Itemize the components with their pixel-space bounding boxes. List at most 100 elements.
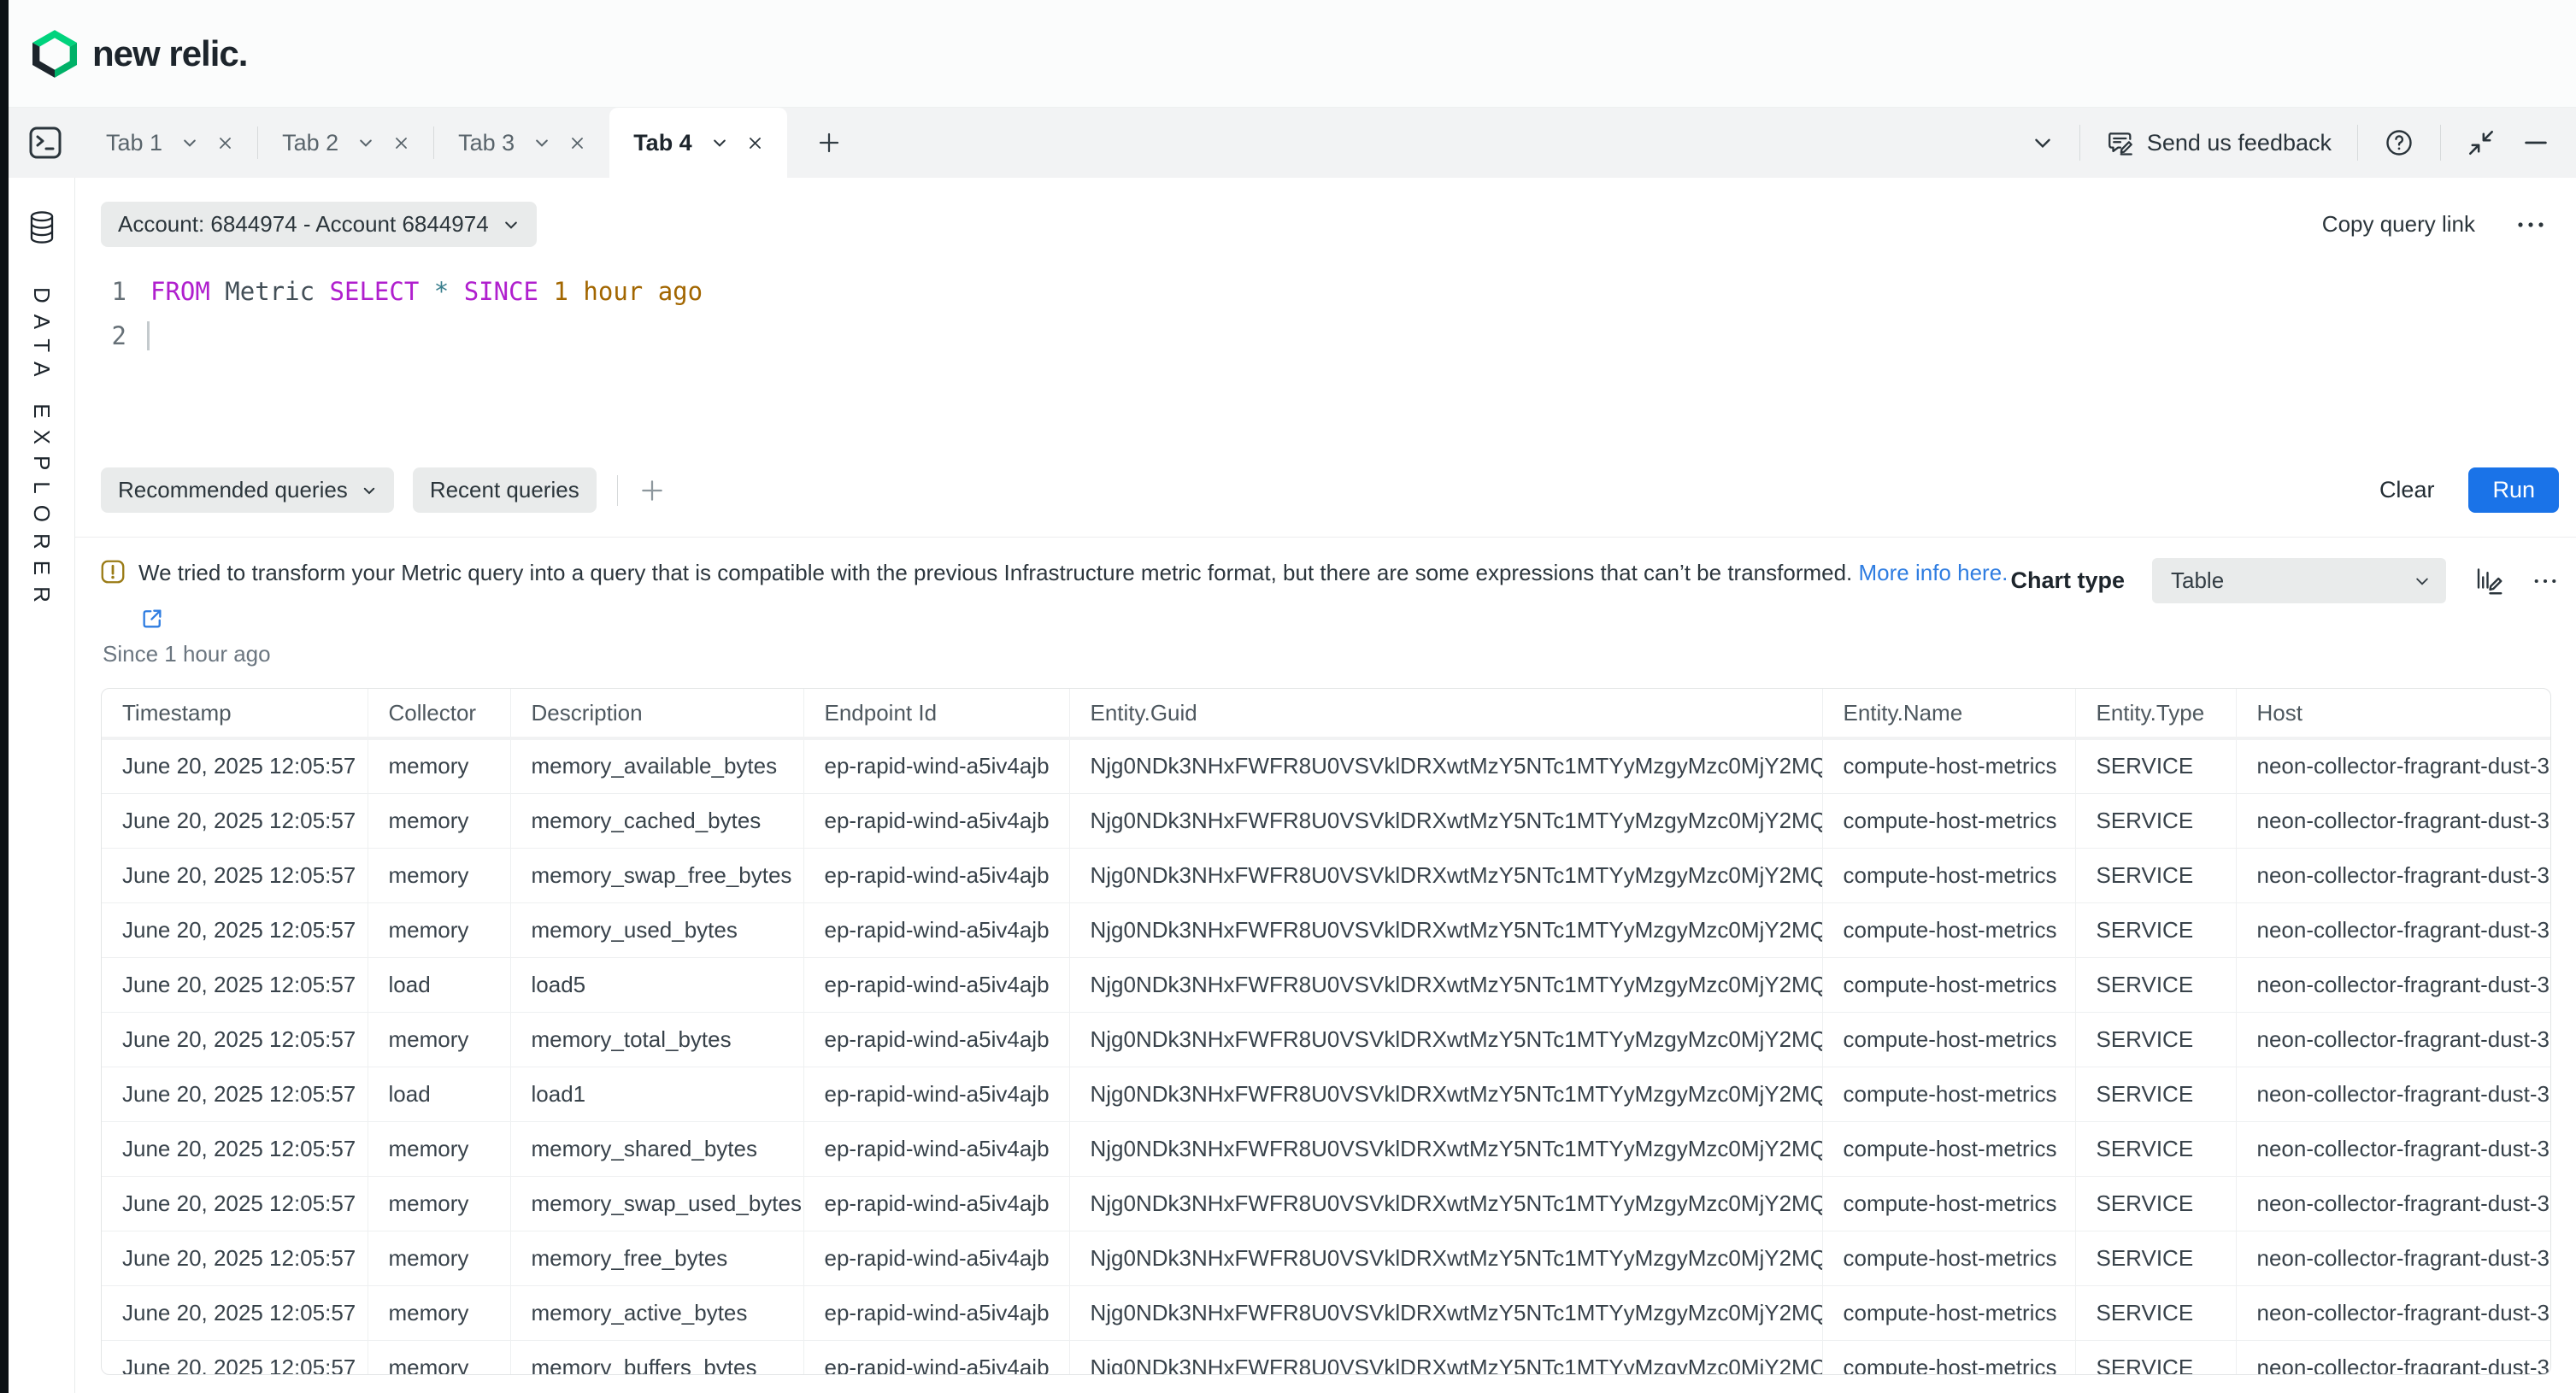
table-cell: June 20, 2025 12:05:57 bbox=[102, 1176, 368, 1231]
close-icon[interactable] bbox=[217, 135, 233, 151]
divider bbox=[2357, 125, 2358, 161]
table-cell: ep-rapid-wind-a5iv4ajb bbox=[803, 793, 1069, 848]
tab-label: Tab 3 bbox=[458, 130, 515, 156]
table-cell: SERVICE bbox=[2075, 902, 2236, 957]
table-cell: ep-rapid-wind-a5iv4ajb bbox=[803, 1340, 1069, 1375]
feedback-icon bbox=[2106, 128, 2135, 157]
tab-label: Tab 2 bbox=[282, 130, 338, 156]
chevron-down-icon[interactable] bbox=[357, 134, 374, 151]
chart-type-select[interactable]: Table bbox=[2152, 558, 2446, 603]
more-options-icon[interactable] bbox=[2516, 219, 2545, 231]
table-cell: memory_buffers_bytes bbox=[510, 1340, 803, 1375]
table-row: June 20, 2025 12:05:57 memory memory_ava… bbox=[102, 738, 2550, 793]
console-button[interactable] bbox=[9, 108, 82, 178]
chevron-down-icon[interactable] bbox=[533, 134, 550, 151]
table-cell: memory_total_bytes bbox=[510, 1012, 803, 1067]
tab-bar-controls: Send us feedback bbox=[2032, 108, 2576, 178]
send-feedback-button[interactable]: Send us feedback bbox=[2106, 128, 2332, 157]
column-header-entity-type[interactable]: Entity.Type bbox=[2075, 689, 2236, 738]
table-cell: compute-host-metrics bbox=[1822, 902, 2075, 957]
minimize-icon[interactable] bbox=[2521, 128, 2550, 157]
table-cell: June 20, 2025 12:05:57 bbox=[102, 738, 368, 793]
data-explorer-sidebar[interactable]: DATA EXPLORER bbox=[9, 178, 75, 1393]
account-selector[interactable]: Account: 6844974 - Account 6844974 bbox=[101, 202, 537, 247]
table-header-row: Timestamp Collector Description Endpoint… bbox=[102, 689, 2550, 738]
transform-warning: We tried to transform your Metric query … bbox=[101, 558, 2008, 587]
brand: new relic. bbox=[32, 30, 247, 78]
tab-overflow-chevron-icon[interactable] bbox=[2032, 132, 2054, 154]
table-cell: ep-rapid-wind-a5iv4ajb bbox=[803, 957, 1069, 1012]
time-range-label: Since 1 hour ago bbox=[75, 641, 2576, 667]
table-cell: memory bbox=[368, 1231, 510, 1285]
divider bbox=[2440, 125, 2441, 161]
nrql-editor[interactable]: 1 FROM Metric SELECT * SINCE 1 hour ago … bbox=[101, 269, 2576, 358]
table-cell: neon-collector-fragrant-dust-3 bbox=[2236, 1340, 2550, 1375]
table-cell: memory_used_bytes bbox=[510, 902, 803, 957]
chart-type-label: Chart type bbox=[2010, 567, 2125, 594]
recent-queries-button[interactable]: Recent queries bbox=[413, 467, 597, 513]
table-cell: memory_shared_bytes bbox=[510, 1121, 803, 1176]
tab-2[interactable]: Tab 2 bbox=[258, 108, 433, 178]
line-number: 2 bbox=[101, 314, 126, 358]
query-builder-panel: Account: 6844974 - Account 6844974 Copy … bbox=[75, 178, 2576, 1393]
table-cell: load1 bbox=[510, 1067, 803, 1121]
table-cell: compute-host-metrics bbox=[1822, 1176, 2075, 1231]
close-icon[interactable] bbox=[393, 135, 409, 151]
column-header-entity-name[interactable]: Entity.Name bbox=[1822, 689, 2075, 738]
tab-label: Tab 4 bbox=[633, 130, 692, 156]
table-cell: memory_free_bytes bbox=[510, 1231, 803, 1285]
table-row: June 20, 2025 12:05:57 memory memory_act… bbox=[102, 1285, 2550, 1340]
table-cell: SERVICE bbox=[2075, 848, 2236, 902]
nrql-token bbox=[419, 277, 433, 306]
table-cell: SERVICE bbox=[2075, 1340, 2236, 1375]
external-link-icon[interactable] bbox=[140, 607, 2576, 631]
results-table: Timestamp Collector Description Endpoint… bbox=[101, 688, 2551, 1375]
column-header-timestamp[interactable]: Timestamp bbox=[102, 689, 368, 738]
more-info-link[interactable]: More info here. bbox=[1859, 560, 2008, 585]
close-icon[interactable] bbox=[747, 135, 763, 151]
column-header-host[interactable]: Host bbox=[2236, 689, 2550, 738]
edit-chart-icon[interactable] bbox=[2473, 566, 2504, 597]
nrql-token: Metric bbox=[210, 277, 330, 306]
chevron-down-icon[interactable] bbox=[711, 134, 728, 151]
help-icon[interactable] bbox=[2384, 127, 2414, 158]
table-cell: Njg0NDk3NHxFWFR8U0VSVklDRXwtMzY5NTc1MTYy… bbox=[1069, 848, 1822, 902]
tab-3[interactable]: Tab 3 bbox=[434, 108, 609, 178]
add-tab-button[interactable] bbox=[787, 108, 871, 178]
table-cell: Njg0NDk3NHxFWFR8U0VSVklDRXwtMzY5NTc1MTYy… bbox=[1069, 957, 1822, 1012]
chevron-down-icon[interactable] bbox=[181, 134, 198, 151]
table-row: June 20, 2025 12:05:57 memory memory_fre… bbox=[102, 1231, 2550, 1285]
table-cell: June 20, 2025 12:05:57 bbox=[102, 793, 368, 848]
table-cell: memory bbox=[368, 1285, 510, 1340]
more-options-icon[interactable] bbox=[2532, 576, 2559, 586]
table-cell: SERVICE bbox=[2075, 1176, 2236, 1231]
copy-query-link-button[interactable]: Copy query link bbox=[2322, 211, 2475, 238]
table-cell: ep-rapid-wind-a5iv4ajb bbox=[803, 848, 1069, 902]
table-cell: June 20, 2025 12:05:57 bbox=[102, 902, 368, 957]
column-header-entity-guid[interactable]: Entity.Guid bbox=[1069, 689, 1822, 738]
column-header-endpoint-id[interactable]: Endpoint Id bbox=[803, 689, 1069, 738]
close-icon[interactable] bbox=[569, 135, 585, 151]
run-button[interactable]: Run bbox=[2468, 467, 2559, 513]
tab-4-active[interactable]: Tab 4 bbox=[609, 108, 787, 178]
table-cell: Njg0NDk3NHxFWFR8U0VSVklDRXwtMzY5NTc1MTYy… bbox=[1069, 1067, 1822, 1121]
nrql-token: * bbox=[434, 277, 449, 306]
table-cell: June 20, 2025 12:05:57 bbox=[102, 1340, 368, 1375]
table-cell: memory bbox=[368, 793, 510, 848]
warning-icon bbox=[101, 560, 125, 584]
table-cell: SERVICE bbox=[2075, 1285, 2236, 1340]
column-header-collector[interactable]: Collector bbox=[368, 689, 510, 738]
table-cell: compute-host-metrics bbox=[1822, 957, 2075, 1012]
table-cell: compute-host-metrics bbox=[1822, 1067, 2075, 1121]
recommended-queries-button[interactable]: Recommended queries bbox=[101, 467, 394, 513]
clear-button[interactable]: Clear bbox=[2379, 477, 2435, 503]
table-cell: neon-collector-fragrant-dust-3 bbox=[2236, 1121, 2550, 1176]
database-icon bbox=[27, 210, 56, 244]
table-cell: memory bbox=[368, 738, 510, 793]
tab-1[interactable]: Tab 1 bbox=[82, 108, 257, 178]
column-header-description[interactable]: Description bbox=[510, 689, 803, 738]
table-cell: memory_swap_free_bytes bbox=[510, 848, 803, 902]
table-cell: load bbox=[368, 1067, 510, 1121]
add-query-icon[interactable] bbox=[638, 477, 666, 504]
collapse-icon[interactable] bbox=[2467, 128, 2496, 157]
